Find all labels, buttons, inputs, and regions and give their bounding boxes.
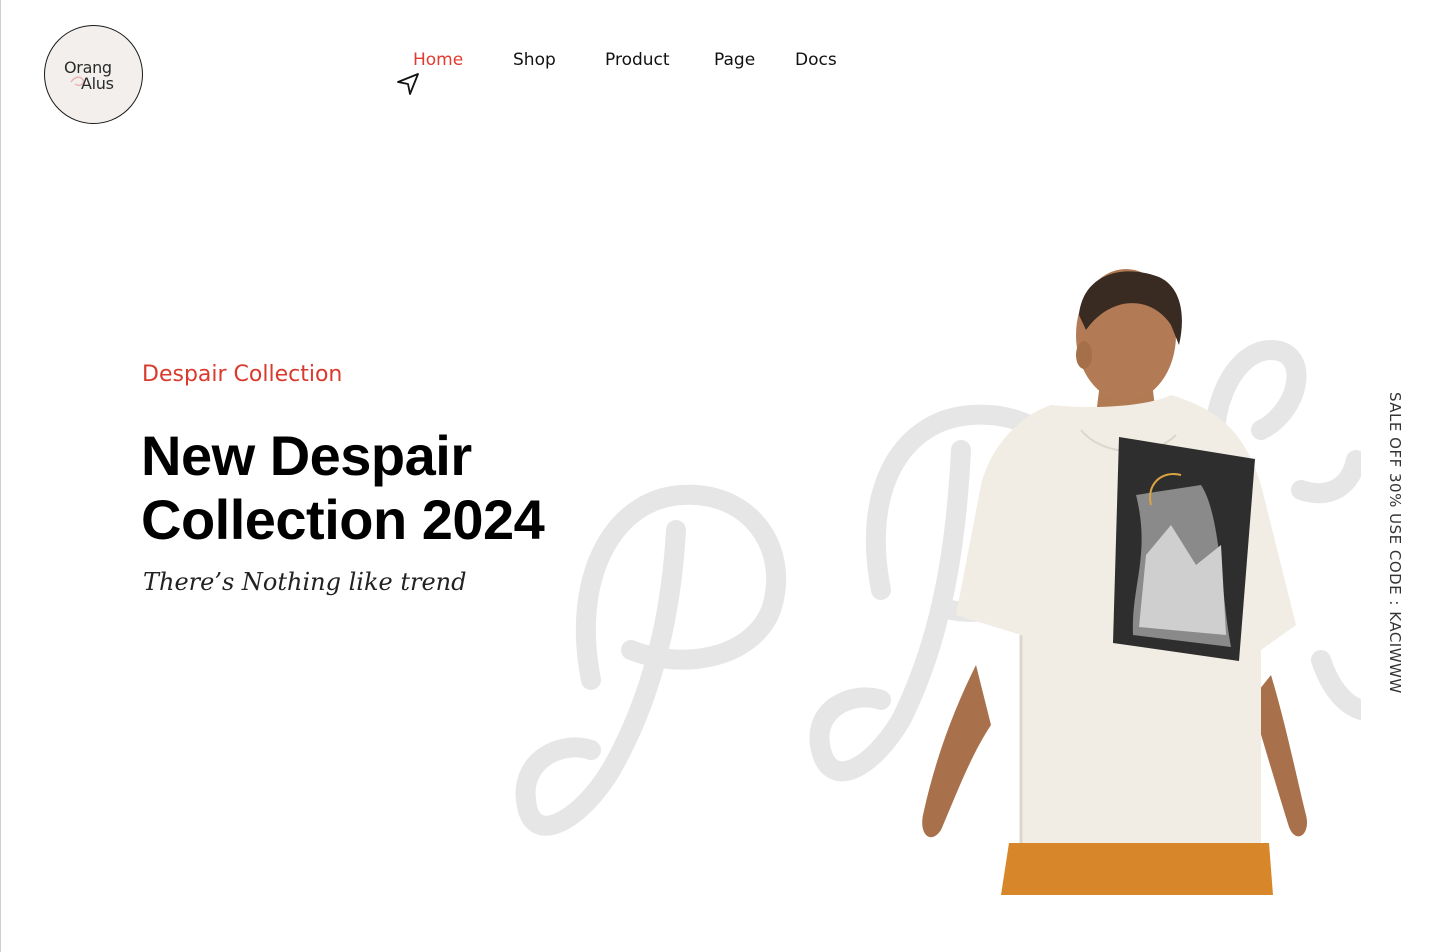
hero-tagline: There’s Nothing like trend: [143, 568, 467, 596]
headline-line-1: New Despair: [141, 424, 472, 487]
hero-model-image: [922, 269, 1308, 895]
nav-home[interactable]: Home: [413, 50, 463, 70]
navigation-cursor-icon: [397, 73, 419, 95]
hero-headline: New Despair Collection 2024: [141, 424, 621, 552]
nav-shop[interactable]: Shop: [513, 50, 556, 70]
nav-docs[interactable]: Docs: [795, 50, 837, 70]
sale-promo-code: SALE OFF 30% USE CODE : KACIWWW: [1386, 392, 1404, 694]
headline-line-2: Collection 2024: [141, 488, 545, 551]
page: Orang Alus Home Shop Product Page Docs D…: [0, 0, 1438, 952]
brand-logo[interactable]: Orang Alus: [44, 25, 143, 124]
nav-product[interactable]: Product: [605, 50, 670, 70]
collection-eyebrow: Despair Collection: [142, 362, 343, 387]
nav-page[interactable]: Page: [714, 50, 755, 70]
logo-text-bottom: Alus: [81, 74, 114, 93]
